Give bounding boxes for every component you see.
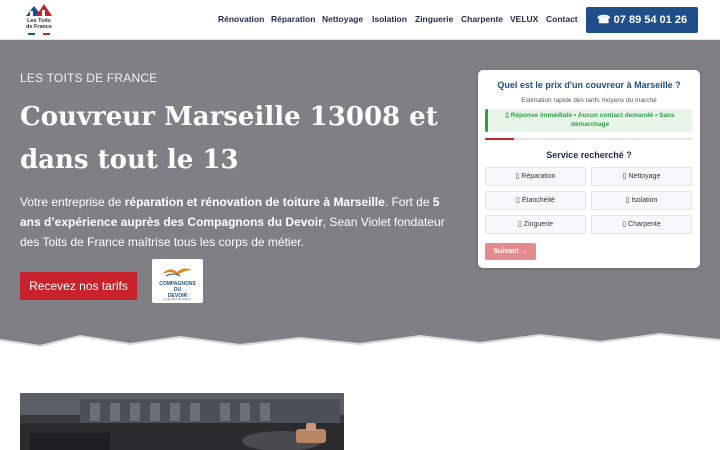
site-header: Les Toits de France Rénovation Réparatio… — [0, 0, 720, 40]
compagnons-du-devoir-badge: COMPAGNONS DU DEVOIR et du Tour de Franc… — [152, 259, 203, 303]
form-progress-bar — [485, 138, 692, 140]
bird-logo-icon — [162, 268, 192, 277]
form-title: Quel est le prix d'un couvreur à Marseil… — [497, 80, 681, 90]
nav-zinguerie[interactable]: Zinguerie — [415, 14, 453, 26]
hero-kicker: LES TOITS DE FRANCE — [20, 71, 158, 85]
nav-isolation[interactable]: Isolation — [372, 14, 407, 26]
price-estimate-form: Quel est le prix d'un couvreur à Marseil… — [478, 70, 700, 268]
form-info-alert: ▯ Réponse immédiate • Aucun contact dema… — [485, 109, 692, 132]
option-nettoyage[interactable]: ▯ Nettoyage — [591, 167, 692, 186]
photo-illustration — [20, 393, 344, 450]
option-zinguerie[interactable]: ▯ Zinguerie — [485, 215, 586, 234]
nav-velux[interactable]: VELUX — [510, 14, 538, 26]
option-reparation[interactable]: ▯ Réparation — [485, 167, 586, 186]
form-subtitle: Estimation rapide des tarifs moyens du m… — [521, 97, 657, 104]
service-question: Service recherché ? — [546, 150, 632, 160]
next-button[interactable]: Suivant → — [485, 243, 536, 260]
desc-text-2: . Fort de — [384, 195, 433, 209]
nav-charpente[interactable]: Charpente — [461, 14, 503, 26]
logo-line2: de France — [26, 24, 52, 30]
logo-text: Les Toits de France — [22, 18, 56, 30]
nav-contact[interactable]: Contact — [546, 14, 578, 26]
roof-logo-icon — [26, 4, 52, 16]
flag-stripe — [28, 33, 50, 35]
page-title: Couvreur Marseille 13008 et dans tout le… — [20, 102, 438, 175]
nav-nettoyage[interactable]: Nettoyage — [322, 14, 363, 26]
get-prices-button[interactable]: Recevez nos tarifs — [20, 272, 137, 300]
desc-text-1: Votre entreprise de — [20, 195, 125, 209]
badge-subtext: et du Tour de France — [163, 297, 192, 301]
form-progress-fill — [485, 138, 514, 140]
option-charpente[interactable]: ▯ Charpente — [591, 215, 692, 234]
hero-wave-divider — [0, 332, 720, 358]
nav-reparation[interactable]: Réparation — [271, 14, 315, 26]
phone-button[interactable]: ☎ 07 89 54 01 26 — [586, 7, 698, 33]
hero-description: Votre entreprise de réparation et rénova… — [20, 192, 450, 252]
option-etancheite[interactable]: ▯ Étanchéité — [485, 191, 586, 210]
site-logo[interactable]: Les Toits de France — [22, 3, 56, 37]
desc-bold-1: réparation et rénovation de toiture à Ma… — [124, 195, 385, 209]
option-isolation[interactable]: ▯ Isolation — [591, 191, 692, 210]
roof-work-photo — [20, 393, 344, 450]
nav-renovation[interactable]: Rénovation — [218, 14, 264, 26]
